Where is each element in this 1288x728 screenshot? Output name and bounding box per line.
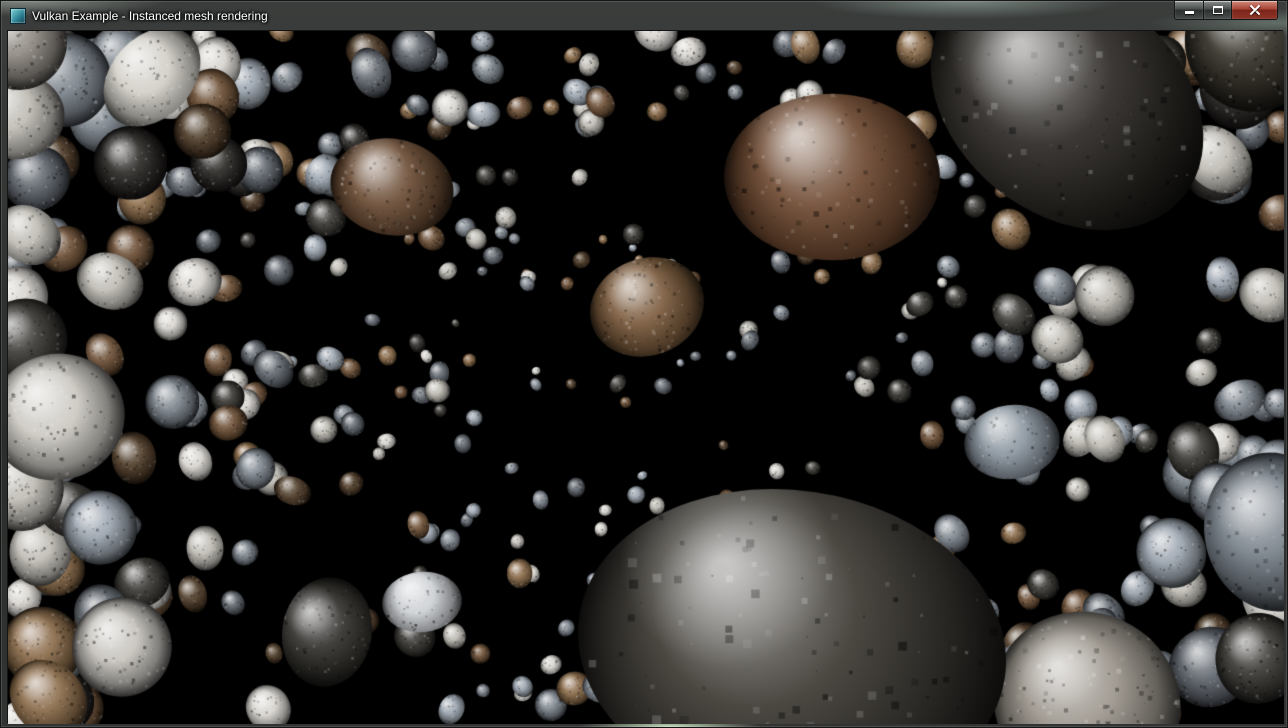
window-title: Vulkan Example - Instanced mesh renderin… xyxy=(32,10,268,22)
render-viewport[interactable] xyxy=(8,31,1284,724)
maximize-button[interactable] xyxy=(1203,1,1231,20)
minimize-button[interactable] xyxy=(1174,1,1203,20)
app-window: Vulkan Example - Instanced mesh renderin… xyxy=(0,0,1288,728)
titlebar[interactable]: Vulkan Example - Instanced mesh renderin… xyxy=(1,1,1287,30)
maximize-icon xyxy=(1213,6,1223,14)
viewport-frame xyxy=(7,30,1283,723)
minimize-icon xyxy=(1185,11,1194,14)
close-button[interactable] xyxy=(1231,1,1278,20)
close-icon xyxy=(1249,4,1261,16)
app-icon xyxy=(10,8,26,24)
window-controls xyxy=(1174,1,1278,20)
